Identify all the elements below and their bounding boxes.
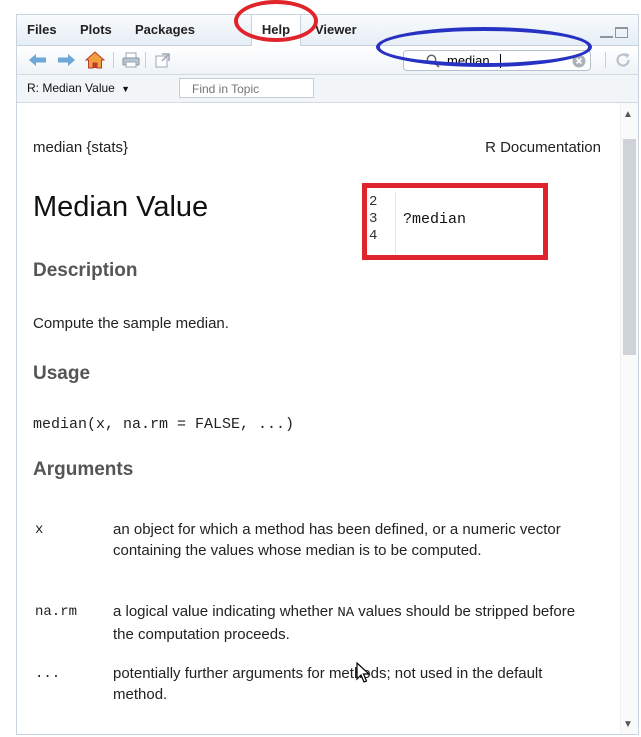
description-text: Compute the sample median. [33,315,229,332]
description-heading: Description [33,260,138,281]
refresh-icon[interactable] [612,50,634,70]
tab-viewer[interactable]: Viewer [315,15,357,45]
toolbar-separator [605,52,606,68]
tab-plots[interactable]: Plots [80,15,112,45]
arguments-heading: Arguments [33,459,134,480]
doc-source-label: R Documentation [485,139,601,156]
usage-code: median(x, na.rm = FALSE, ...) [33,416,295,433]
topic-bar: R: Median Value ▼ [17,75,638,103]
scroll-down-icon[interactable]: ▼ [623,719,633,730]
argument-name: x [35,522,44,538]
tab-files[interactable]: Files [27,15,57,45]
scrollbar-thumb[interactable] [623,139,636,355]
search-box-highlight [376,27,592,67]
argument-name: na.rm [35,604,78,620]
inline-code: NA [337,605,355,621]
popout-icon[interactable] [152,50,174,70]
vertical-scrollbar[interactable]: ▲ ▼ [620,103,638,734]
line-number: 3 [369,211,378,227]
code-snippet-overlay: 2 3 4 ?median [362,183,548,260]
home-icon[interactable] [84,50,106,70]
help-tab-highlight [234,0,318,42]
argument-description: an object for which a method has been de… [113,521,561,559]
scroll-up-icon[interactable]: ▲ [623,109,633,120]
code-gutter [395,192,396,254]
back-arrow-icon[interactable] [27,50,49,70]
code-line-numbers: 2 3 4 [369,194,377,245]
argument-description-text: a logical value indicating whether [113,603,338,620]
argument-description: potentially further arguments for method… [113,665,543,703]
argument-name: ... [35,666,61,682]
forward-arrow-icon[interactable] [55,50,77,70]
page-title: Median Value [33,191,209,223]
doc-package-label: median {stats} [33,139,129,156]
topic-select[interactable]: R: Median Value ▼ [27,81,130,95]
argument-description: a logical value indicating whether NA va… [113,601,583,645]
line-number: 2 [369,194,378,210]
maximize-pane-icon[interactable] [615,27,628,38]
print-icon[interactable] [120,50,142,70]
chevron-down-icon: ▼ [121,84,131,94]
window-controls [598,25,628,43]
minimize-pane-icon[interactable] [600,27,613,38]
toolbar-separator [113,52,114,68]
code-line-text: ?median [403,211,467,228]
mouse-cursor-icon [356,662,371,683]
topic-select-label: R: Median Value [27,81,115,95]
find-in-topic-input[interactable] [179,78,314,98]
tab-packages[interactable]: Packages [135,15,195,45]
toolbar-separator [145,52,146,68]
usage-heading: Usage [33,363,91,384]
line-number: 4 [369,228,378,244]
help-pane: Files Plots Packages Help Viewer median … [16,14,639,735]
